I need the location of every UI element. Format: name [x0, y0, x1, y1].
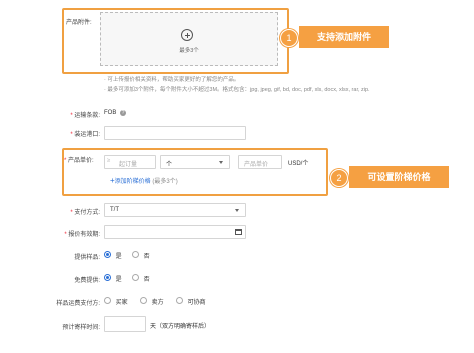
payment-value: T/T	[110, 207, 119, 213]
chevron-down-icon	[219, 161, 223, 164]
unit-value: 个	[166, 162, 173, 168]
attachment-note-1: · 可上传报价相关资料，帮助买家更好的了解您的产品。	[104, 77, 240, 83]
free-yes-option[interactable]: 是	[104, 274, 122, 283]
callout-2-banner: 可设置阶梯价格	[349, 166, 449, 188]
radio-icon[interactable]	[132, 274, 139, 281]
sample-yes-option[interactable]: 是	[104, 251, 122, 260]
freight-buyer-option[interactable]: 买家	[104, 297, 128, 306]
chevron-down-icon	[235, 209, 239, 212]
add-circle-icon[interactable]	[181, 29, 193, 41]
info-icon: ?	[120, 110, 126, 116]
arrow-icon: ≥	[107, 158, 111, 164]
shipping-terms-label: * 运输条款:	[70, 113, 100, 119]
freight-seller-option[interactable]: 卖方	[140, 297, 164, 306]
payment-select[interactable]: T/T	[104, 203, 246, 217]
attachment-max-text: 最多3个	[179, 48, 199, 54]
unit-price-label: * 产品单价:	[64, 158, 94, 164]
delivery-time-label: 预计寄样时间:	[62, 325, 100, 331]
port-label: * 装运港口:	[70, 132, 100, 138]
free-sample-label: 免费提供:	[74, 278, 100, 284]
radio-selected-icon[interactable]	[104, 274, 111, 281]
min-order-placeholder: 起订量	[119, 162, 138, 168]
validity-label: * 报价有效期:	[64, 232, 100, 238]
attachment-label: 产品附件:	[66, 20, 92, 26]
unit-select[interactable]: 个	[160, 155, 230, 169]
currency-unit: USD/个	[288, 161, 309, 167]
radio-selected-icon[interactable]	[104, 251, 111, 258]
sample-no-option[interactable]: 否	[132, 251, 150, 260]
validity-date-input[interactable]	[104, 225, 246, 239]
radio-icon[interactable]	[140, 297, 147, 304]
callout-1-banner: 支持添加附件	[299, 26, 389, 48]
price-placeholder: 产品单价	[244, 162, 269, 168]
calendar-icon[interactable]	[235, 229, 242, 235]
free-no-option[interactable]: 否	[132, 274, 150, 283]
callout-1-number: 1	[280, 29, 298, 47]
delivery-suffix: 天（双方明确寄样后）	[150, 324, 211, 330]
radio-icon[interactable]	[132, 251, 139, 258]
attachment-note-2: · 最多可添加3个附件，每个附件大小不超过3M。格式包含：jpg, jpeg, …	[104, 87, 370, 93]
port-input[interactable]	[104, 126, 246, 140]
shipping-terms-value: FOB	[104, 110, 117, 116]
min-order-input[interactable]: 起订量	[104, 155, 156, 169]
payment-label: * 支付方式:	[70, 210, 100, 216]
callout-2-number: 2	[330, 169, 348, 187]
radio-icon[interactable]	[176, 297, 183, 304]
delivery-days-input[interactable]	[104, 316, 146, 332]
sample-freight-label: 样品运费支付方:	[56, 301, 100, 307]
sample-label: 提供样品:	[74, 255, 100, 261]
add-tier-price-link[interactable]: +添加阶梯价格 (最多3个)	[110, 176, 178, 185]
radio-icon[interactable]	[104, 297, 111, 304]
freight-negotiable-option[interactable]: 可协商	[176, 297, 206, 306]
attachment-upload-area[interactable]: 最多3个	[100, 12, 278, 66]
price-input[interactable]: 产品单价	[238, 155, 282, 169]
